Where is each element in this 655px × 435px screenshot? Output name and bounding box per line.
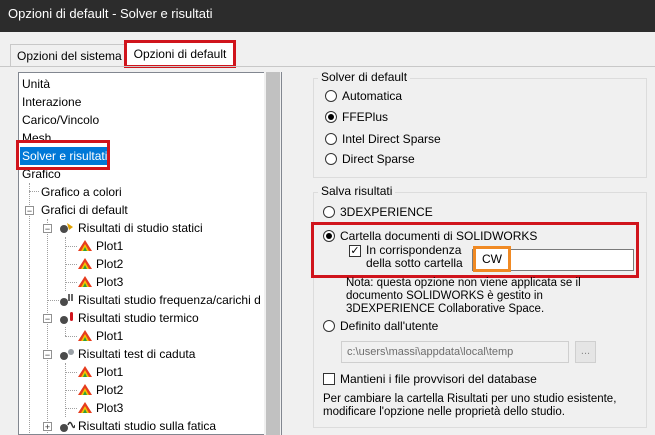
tree-item-label: Risultati studio termico	[78, 311, 199, 325]
plot-icon	[78, 276, 92, 287]
radio-intel-direct-sparse[interactable]: Intel Direct Sparse	[325, 132, 441, 146]
tree-item-drop-plot3[interactable]: Plot3	[77, 399, 123, 417]
tree-item-load-restraint[interactable]: Carico/Vincolo	[22, 111, 99, 129]
solidworks-note: Nota: questa opzione non viene applicata…	[346, 277, 581, 316]
radio-direct-sparse[interactable]: Direct Sparse	[325, 152, 415, 166]
tree-item-label: Plot1	[96, 365, 124, 379]
radio-icon	[325, 111, 337, 123]
radio-icon	[325, 153, 337, 165]
plot-icon	[78, 402, 92, 413]
footer-line1: Per cambiare la cartella Risultati per u…	[323, 393, 617, 405]
tree-item-mesh[interactable]: Mesh	[22, 129, 51, 147]
tree-item-label: Risultati studio sulla fatica	[78, 419, 217, 433]
footer-note: Per cambiare la cartella Risultati per u…	[323, 393, 616, 419]
radio-icon	[325, 90, 337, 102]
checkbox-label: Mantieni i file provvisori del database	[340, 372, 537, 386]
tree-item-label: Plot3	[96, 275, 124, 289]
checkbox-keep-temp[interactable]: Mantieni i file provvisori del database	[323, 372, 537, 386]
tree-item-label: Plot1	[96, 239, 124, 253]
radio-label: FFEPlus	[342, 110, 389, 124]
radio-label: 3DEXPERIENCE	[340, 205, 433, 219]
tree-scrollbar-thumb[interactable]	[266, 72, 280, 435]
note-line1: Nota: questa opzione non viene applicata…	[346, 277, 581, 289]
tab-default-options[interactable]: Opzioni di default	[124, 40, 236, 68]
tree-item-thermal-results[interactable]: Risultati studio termico	[59, 309, 199, 327]
radio-icon	[323, 320, 335, 332]
radio-solidworks-folder[interactable]: Cartella documenti di SOLIDWORKS	[323, 229, 537, 243]
tree-item-label: Plot2	[96, 257, 124, 271]
subfolder-label: In corrispondenza della sotto cartella	[366, 244, 463, 270]
tree-item-drop-plot2[interactable]: Plot2	[77, 381, 123, 399]
options-tree[interactable]: Unità Interazione Carico/Vincolo Mesh So…	[18, 72, 282, 435]
browse-button[interactable]: ...	[575, 341, 596, 363]
tree-item-color-chart[interactable]: Grafico a colori	[41, 183, 122, 201]
static-study-icon	[60, 223, 73, 233]
thermal-study-icon	[60, 312, 73, 324]
radio-ffeplus[interactable]: FFEPlus	[325, 110, 388, 124]
subfolder-value[interactable]: CW	[473, 246, 511, 272]
radio-icon	[325, 133, 337, 145]
radio-icon	[323, 230, 335, 242]
results-group-title: Salva risultati	[318, 184, 396, 198]
collapse-icon[interactable]: −	[43, 350, 52, 360]
subfolder-label-line2: della sotto cartella	[366, 256, 463, 270]
tree-item-frequency-results[interactable]: Risultati studio frequenza/carichi d	[59, 291, 261, 309]
tree-item-plot3[interactable]: Plot3	[77, 273, 123, 291]
plot-icon	[78, 258, 92, 269]
radio-label: Automatica	[342, 89, 403, 103]
drop-test-icon	[60, 349, 74, 360]
tree-item-label: Risultati test di caduta	[78, 347, 196, 361]
tree-item-plot1[interactable]: Plot1	[77, 237, 123, 255]
plot-icon	[78, 366, 92, 377]
tree-item-plot[interactable]: Grafico	[22, 165, 61, 183]
tree-item-solver-results[interactable]: Solver e risultati	[20, 147, 110, 165]
tree-item-units[interactable]: Unità	[22, 75, 50, 93]
radio-label: Definito dall'utente	[340, 319, 439, 333]
collapse-icon[interactable]: −	[25, 206, 34, 216]
note-line3: 3DEXPERIENCE Collaborative Space.	[346, 303, 545, 315]
footer-line2: modificare l'opzione nelle proprietà del…	[323, 406, 565, 418]
tree-item-plot2[interactable]: Plot2	[77, 255, 123, 273]
tree-item-label: Plot2	[96, 383, 124, 397]
plot-icon	[78, 384, 92, 395]
window-title: Opzioni di default - Solver e risultati	[0, 0, 655, 32]
note-line2: documento SOLIDWORKS è gestito in	[346, 290, 543, 302]
fatigue-study-icon	[60, 421, 75, 432]
radio-icon	[323, 206, 335, 218]
tree-item-label: Plot1	[96, 329, 124, 343]
radio-3dexperience[interactable]: 3DEXPERIENCE	[323, 205, 433, 219]
radio-user-defined[interactable]: Definito dall'utente	[323, 319, 438, 333]
frequency-study-icon	[60, 294, 73, 306]
tab-divider	[0, 66, 655, 67]
check-icon	[323, 373, 335, 385]
tree-item-interaction[interactable]: Interazione	[22, 93, 81, 111]
collapse-icon[interactable]: −	[43, 314, 52, 324]
plot-icon	[78, 330, 92, 341]
subfolder-label-line1: In corrispondenza	[366, 243, 462, 257]
tree-item-label: Plot3	[96, 401, 124, 415]
tree-item-drop-plot1[interactable]: Plot1	[77, 363, 123, 381]
radio-label: Cartella documenti di SOLIDWORKS	[340, 229, 538, 243]
checkbox-subfolder[interactable]: ✓	[349, 245, 366, 257]
tree-item-static-results[interactable]: Risultati di studio statici	[59, 219, 203, 237]
tree-item-default-plots[interactable]: Grafici di default	[41, 201, 128, 219]
radio-label: Direct Sparse	[342, 152, 415, 166]
tab-bar: Opzioni del sistema Opzioni di default	[0, 40, 655, 68]
radio-automatic[interactable]: Automatica	[325, 89, 402, 103]
tab-system-options[interactable]: Opzioni del sistema	[10, 44, 129, 66]
plot-icon	[78, 240, 92, 251]
solver-group-title: Solver di default	[318, 70, 411, 84]
expand-icon[interactable]: +	[43, 422, 52, 432]
radio-label: Intel Direct Sparse	[342, 132, 441, 146]
collapse-icon[interactable]: −	[43, 224, 52, 234]
user-path-input[interactable]: c:\users\massi\appdata\local\temp	[341, 341, 569, 363]
tree-item-drop-test-results[interactable]: Risultati test di caduta	[59, 345, 195, 363]
check-icon: ✓	[349, 245, 361, 257]
tree-item-thermal-plot1[interactable]: Plot1	[77, 327, 123, 345]
tree-item-label: Risultati studio frequenza/carichi d	[78, 293, 261, 307]
tree-item-label: Risultati di studio statici	[78, 221, 203, 235]
tree-item-fatigue-results[interactable]: Risultati studio sulla fatica	[59, 417, 217, 434]
